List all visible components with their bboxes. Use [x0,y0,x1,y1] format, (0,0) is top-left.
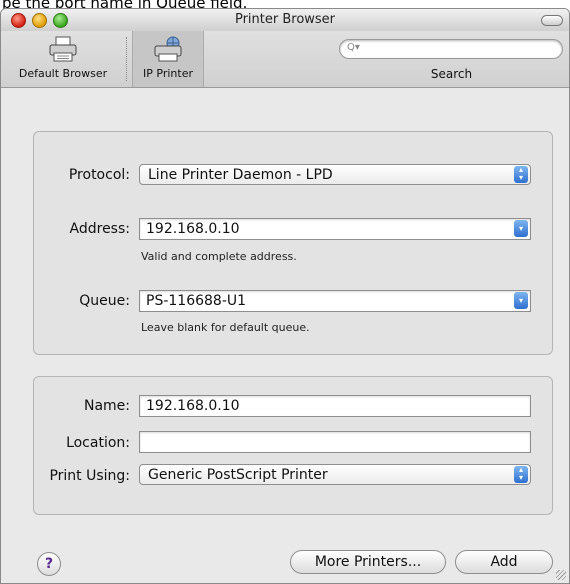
toolbar-toggle-button[interactable] [541,15,563,26]
protocol-stepper-icon: ▴ ▾ [514,166,528,183]
location-label: Location: [66,435,130,451]
toolbar: Default Browser IP Printer Q▾ Search [1,31,569,88]
help-button[interactable]: ? [37,552,61,576]
window-title: Printer Browser [234,12,336,27]
queue-hint: Leave blank for default queue. [141,321,310,334]
toolbar-separator [126,37,127,81]
name-value: 192.168.0.10 [146,398,240,414]
more-printers-button[interactable]: More Printers... [290,550,446,574]
resize-grip[interactable] [556,570,566,580]
print-using-value: Generic PostScript Printer [148,467,328,483]
ip-printer-label: IP Printer [143,67,193,80]
name-field[interactable]: 192.168.0.10 [139,395,531,417]
name-label: Name: [83,398,130,414]
search-label: Search [430,67,473,81]
queue-combo[interactable]: PS-116688-U1 ▾ [139,290,531,312]
address-dropdown-icon[interactable]: ▾ [514,220,528,237]
address-value: 192.168.0.10 [146,221,240,237]
printer-icon [49,36,77,62]
queue-label: Queue: [79,293,130,309]
ip-printer-button[interactable]: IP Printer [132,31,204,87]
search-input[interactable]: Q▾ [339,39,563,59]
print-using-popup[interactable]: Generic PostScript Printer ▴ ▾ [139,464,531,485]
default-browser-label: Default Browser [18,67,108,80]
protocol-value: Line Printer Daemon - LPD [148,167,333,183]
add-button[interactable]: Add [455,550,553,574]
location-field[interactable] [139,431,531,453]
title-bar: Printer Browser [1,9,569,31]
queue-value: PS-116688-U1 [146,293,247,309]
queue-dropdown-icon[interactable]: ▾ [514,292,528,309]
search-icon: Q▾ [347,42,360,53]
network-printer-icon [154,36,182,62]
address-label: Address: [69,221,130,237]
printer-browser-window: Printer Browser Default Browser IP Print… [0,8,570,584]
protocol-label: Protocol: [68,167,130,183]
address-hint: Valid and complete address. [141,250,297,263]
print-using-label: Print Using: [49,468,130,484]
print-using-stepper-icon: ▴ ▾ [514,466,528,483]
search-area: Q▾ Search [339,31,564,87]
protocol-popup[interactable]: Line Printer Daemon - LPD ▴ ▾ [139,164,531,185]
details-group: Name: 192.168.0.10 Location: Print Using… [33,376,553,515]
default-browser-button[interactable]: Default Browser [1,31,125,87]
address-combo[interactable]: 192.168.0.10 ▾ [139,218,531,240]
connection-group: Protocol: Line Printer Daemon - LPD ▴ ▾ A… [33,131,553,355]
